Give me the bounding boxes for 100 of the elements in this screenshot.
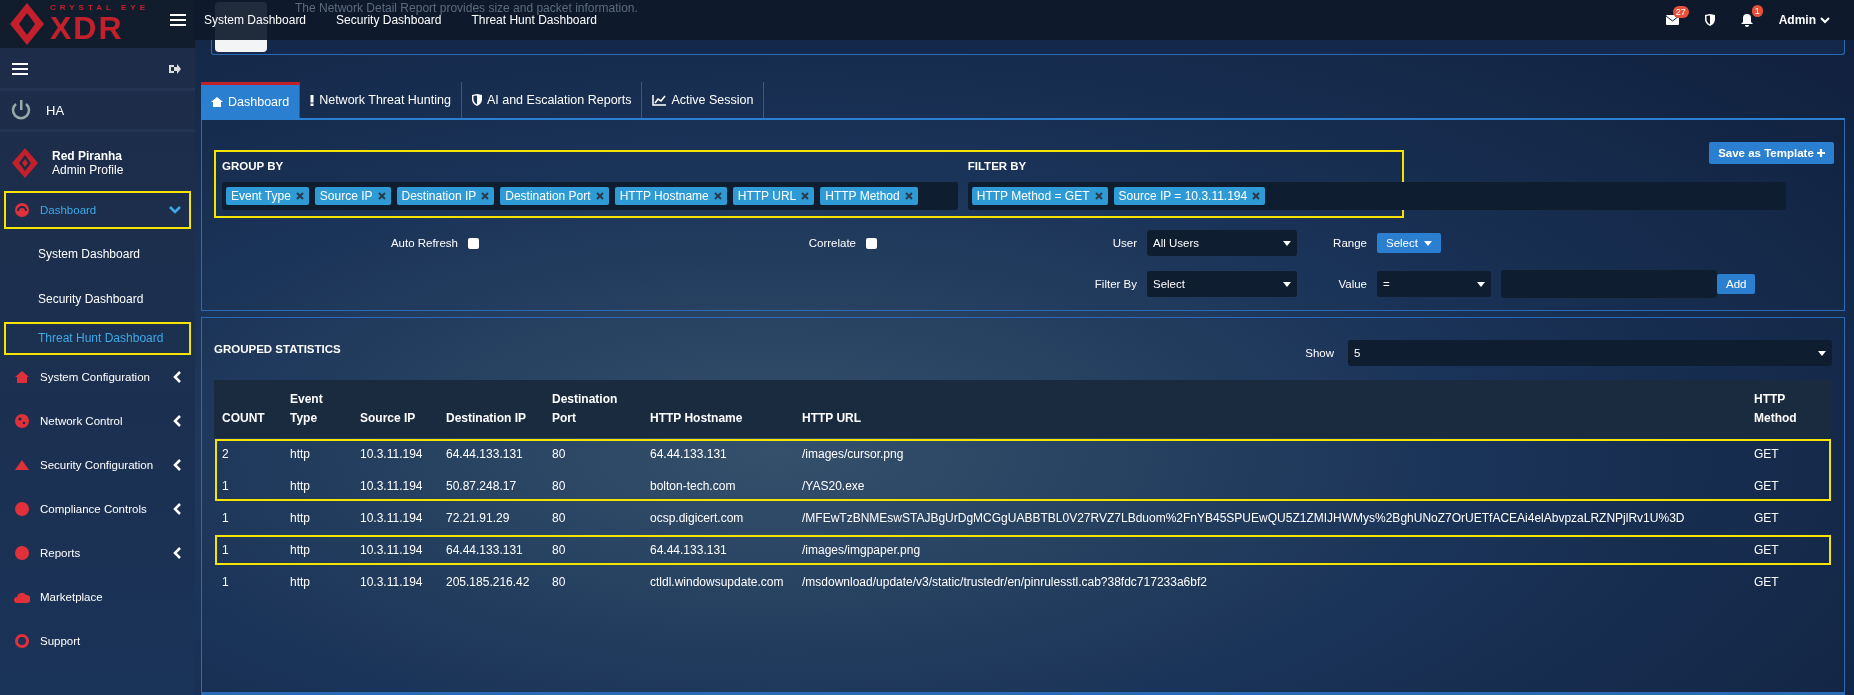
house-icon (15, 371, 29, 383)
operator-select[interactable]: = (1377, 271, 1491, 297)
menu-icon[interactable] (12, 62, 28, 76)
brand-name: XDR (50, 12, 125, 44)
sidebar-item[interactable]: Network Control (4, 402, 191, 440)
line-chart-icon (652, 94, 667, 106)
save-template-button[interactable]: Save as Template (1709, 142, 1834, 164)
table-cell-text: /MFEwTzBNMEswSTAJBgUrDgMCGgUABBTBL0V27RVZ7LBduom%2FnYB45SPUEwQU5Z1ZMIJHWMys%2BghUNoZ7OrUETfACEAi4elAbvpzaLRZNPjlRv1U%3D (801, 510, 1686, 527)
field-label: Filter By (1093, 278, 1138, 290)
shield-icon (471, 94, 482, 106)
show-select[interactable]: 5 (1348, 340, 1832, 366)
remove-icon[interactable] (481, 192, 490, 200)
nav-link[interactable]: Security Dashboard (336, 13, 442, 27)
table-cell: 64.44.133.131 (642, 438, 794, 470)
logout-icon[interactable] (168, 63, 181, 75)
field-label: Range (1332, 237, 1368, 249)
table-cell: 1 (214, 534, 282, 566)
plus-icon (1817, 149, 1825, 157)
table-cell-text: 80 (551, 574, 567, 591)
nav-link[interactable]: System Dashboard (204, 13, 307, 27)
value-input[interactable] (1501, 270, 1717, 298)
tab[interactable]: Active Session (642, 82, 765, 118)
nav-link[interactable]: Threat Hunt Dashboard (471, 13, 597, 27)
table-cell: 64.44.133.131 (438, 534, 544, 566)
table-cell: 1 (214, 470, 282, 502)
submenu-item[interactable]: System Dashboard (4, 232, 191, 277)
home-icon (211, 96, 223, 107)
sidebar-item[interactable]: Dashboard (4, 191, 191, 229)
ha-label[interactable]: HA (46, 102, 65, 118)
table-cell-text: 1 (221, 574, 230, 591)
notification-badge: 27 (1672, 6, 1689, 18)
table-cell: 80 (544, 534, 642, 566)
power-icon[interactable] (10, 99, 32, 121)
triangle-icon (15, 460, 29, 470)
user-select[interactable]: All Users (1147, 230, 1297, 256)
remove-icon[interactable] (801, 192, 810, 200)
bell-icon[interactable] (1740, 13, 1753, 27)
sidebar-item[interactable]: Compliance Controls (4, 490, 191, 528)
column-header: HTTP URL (794, 380, 1746, 438)
sidebar-item[interactable]: Reports (4, 534, 191, 572)
add-button[interactable]: Add (1717, 274, 1756, 294)
chevron-left-icon[interactable] (173, 415, 181, 427)
range-select-button[interactable]: Select (1377, 233, 1441, 253)
table-cell: 10.3.11.194 (352, 438, 438, 470)
tab[interactable]: Dashboard (201, 82, 301, 118)
sidebar-item[interactable]: Security Configuration (4, 446, 191, 484)
table-cell: 64.44.133.131 (438, 438, 544, 470)
circle-icon (15, 546, 29, 560)
table-cell: 10.3.11.194 (352, 470, 438, 502)
checkbox[interactable] (866, 237, 877, 249)
circle-icon (15, 502, 29, 516)
globe-icon (15, 414, 29, 428)
table-cell-text: ocsp.digicert.com (649, 510, 745, 527)
banner-text: The Network Detail Report provides size and packet information. (295, 1, 638, 15)
cloud-icon (14, 591, 30, 603)
table-cell-text: 1 (221, 510, 230, 527)
remove-icon[interactable] (1252, 192, 1261, 200)
menu-icon[interactable] (170, 13, 186, 27)
caret-icon (1283, 240, 1291, 246)
remove-icon[interactable] (904, 192, 913, 200)
remove-icon[interactable] (377, 192, 386, 200)
table-cell: /images/cursor.png (794, 438, 1746, 470)
sidebar-item[interactable]: Marketplace (4, 578, 191, 616)
chevron-left-icon[interactable] (173, 547, 181, 559)
column-header: Event Type (282, 380, 352, 438)
chevron-left-icon[interactable] (173, 459, 181, 471)
logo-icon (10, 3, 44, 45)
table-cell: /images/imgpaper.png (794, 534, 1746, 566)
remove-icon[interactable] (713, 192, 722, 200)
lifebuoy-icon (15, 634, 29, 648)
shield-icon[interactable] (1704, 14, 1715, 26)
submenu-item[interactable]: Security Dashboard (4, 277, 191, 322)
chevron-left-icon[interactable] (173, 503, 181, 515)
gauge-icon (15, 203, 29, 217)
tab[interactable]: Network Threat Hunting (300, 82, 462, 118)
exclamation-icon (310, 94, 315, 106)
table-cell-text: http (289, 574, 311, 591)
chevron-down-icon[interactable] (169, 206, 181, 214)
tab[interactable]: AI and Escalation Reports (461, 82, 643, 118)
table-cell: GET (1746, 534, 1832, 566)
remove-icon[interactable] (595, 192, 604, 200)
table-cell: GET (1746, 470, 1832, 502)
user-menu[interactable]: Admin (1778, 13, 1830, 27)
remove-icon[interactable] (1094, 192, 1103, 200)
sidebar-item[interactable]: System Configuration (4, 358, 191, 396)
sidebar-item[interactable]: Support (4, 622, 191, 660)
field-label: Value (1337, 278, 1368, 290)
field-label: User (1111, 237, 1138, 249)
table-cell-text: 72.21.91.29 (445, 510, 511, 527)
checkbox[interactable] (468, 237, 479, 249)
remove-icon[interactable] (295, 192, 304, 200)
chevron-left-icon[interactable] (173, 371, 181, 383)
table-cell-text: 80 (551, 510, 567, 527)
table-cell: GET (1746, 438, 1832, 470)
filter-select[interactable]: Select (1147, 271, 1297, 297)
mail-icon[interactable] (1665, 15, 1679, 25)
submenu-item[interactable]: Threat Hunt Dashboard (4, 322, 191, 355)
table-cell: bolton-tech.com (642, 470, 794, 502)
section-title: GROUPED STATISTICS (214, 343, 341, 355)
notification-badge: 1 (1751, 4, 1763, 17)
